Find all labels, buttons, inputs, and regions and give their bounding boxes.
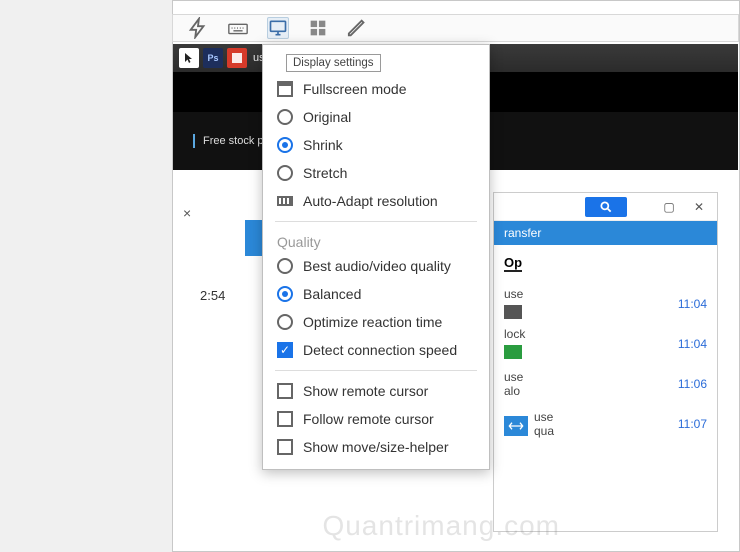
checkbox-unchecked-icon [277, 411, 293, 427]
row-time: 11:04 [678, 297, 707, 311]
row-icon-dark [504, 305, 522, 319]
menu-follow-remote-cursor[interactable]: Follow remote cursor [263, 405, 489, 433]
radio-selected-icon [277, 137, 293, 153]
list-item[interactable]: use qua 11:07 [504, 404, 707, 444]
row-label: lock [504, 327, 525, 341]
menu-separator [275, 370, 477, 371]
display-settings-dropdown: View Mode Fullscreen mode Original Shrin… [262, 44, 490, 470]
menu-label: Shrink [303, 137, 343, 153]
menu-fullscreen-mode[interactable]: Fullscreen mode [263, 75, 489, 103]
menu-label: Detect connection speed [303, 342, 457, 358]
search-button[interactable] [585, 197, 627, 217]
display-settings-icon[interactable] [267, 17, 289, 39]
app-tile-cursor[interactable] [179, 48, 199, 68]
bookmark-indicator [193, 134, 195, 148]
radio-unselected-icon [277, 109, 293, 125]
menu-best-quality[interactable]: Best audio/video quality [263, 252, 489, 280]
row-time: 11:04 [678, 337, 707, 351]
actions-lightning-icon[interactable] [187, 17, 209, 39]
menu-label: Follow remote cursor [303, 411, 434, 427]
display-settings-tooltip: Display settings [286, 54, 381, 72]
row-icon-green [504, 345, 522, 359]
menu-stretch[interactable]: Stretch [263, 159, 489, 187]
side-window-tab[interactable]: ransfer [494, 221, 717, 245]
pen-edit-icon[interactable] [347, 17, 369, 39]
menu-label: Balanced [303, 286, 361, 302]
shield-icon[interactable] [307, 17, 329, 39]
side-window-titlebar: ▢ ✕ [494, 193, 717, 221]
menu-label: Show remote cursor [303, 383, 428, 399]
tab-close-x[interactable]: × [183, 205, 191, 221]
menu-auto-adapt-resolution[interactable]: Auto-Adapt resolution [263, 187, 489, 215]
menu-optimize-reaction[interactable]: Optimize reaction time [263, 308, 489, 336]
side-window-body: Op use 11:04 lock 11:04 use alo 11:06 [494, 245, 717, 454]
menu-label: Best audio/video quality [303, 258, 451, 274]
menu-label: Stretch [303, 165, 347, 181]
row-time: 11:07 [678, 417, 707, 431]
menu-label: Auto-Adapt resolution [303, 193, 438, 209]
resolution-icon [277, 193, 293, 209]
fullscreen-icon [277, 81, 293, 97]
menu-label: Optimize reaction time [303, 314, 442, 330]
row-icon-arrows [504, 416, 528, 436]
menu-original[interactable]: Original [263, 103, 489, 131]
side-window-header: Op [504, 255, 522, 272]
side-window: ▢ ✕ ransfer Op use 11:04 lock 11:04 use … [493, 192, 718, 532]
list-item[interactable]: use 11:04 [504, 284, 707, 324]
row-label: use qua [534, 410, 554, 438]
menu-balanced[interactable]: Balanced [263, 280, 489, 308]
radio-unselected-icon [277, 258, 293, 274]
radio-unselected-icon [277, 314, 293, 330]
left-timestamp: 2:54 [200, 288, 225, 303]
window-maximize-icon[interactable]: ▢ [661, 200, 677, 214]
row-time: 11:06 [678, 377, 707, 391]
remote-toolbar [172, 14, 739, 42]
checkbox-unchecked-icon [277, 383, 293, 399]
app-tile-record[interactable] [227, 48, 247, 68]
menu-show-move-size-helper[interactable]: Show move/size-helper [263, 433, 489, 461]
menu-label: Fullscreen mode [303, 81, 407, 97]
radio-selected-icon [277, 286, 293, 302]
window-close-icon[interactable]: ✕ [691, 200, 707, 214]
menu-detect-connection-speed[interactable]: ✓ Detect connection speed [263, 336, 489, 364]
menu-show-remote-cursor[interactable]: Show remote cursor [263, 377, 489, 405]
checkbox-checked-icon: ✓ [277, 342, 293, 358]
radio-unselected-icon [277, 165, 293, 181]
menu-label: Original [303, 109, 351, 125]
dropdown-section-quality: Quality [263, 228, 489, 252]
menu-label: Show move/size-helper [303, 439, 449, 455]
app-tile-photoshop[interactable]: Ps [203, 48, 223, 68]
keyboard-icon[interactable] [227, 17, 249, 39]
checkbox-unchecked-icon [277, 439, 293, 455]
list-item[interactable]: lock 11:04 [504, 324, 707, 364]
menu-shrink[interactable]: Shrink [263, 131, 489, 159]
menu-separator [275, 221, 477, 222]
list-item[interactable]: use alo 11:06 [504, 364, 707, 404]
row-label: use [504, 287, 523, 301]
row-label: use alo [504, 370, 523, 398]
